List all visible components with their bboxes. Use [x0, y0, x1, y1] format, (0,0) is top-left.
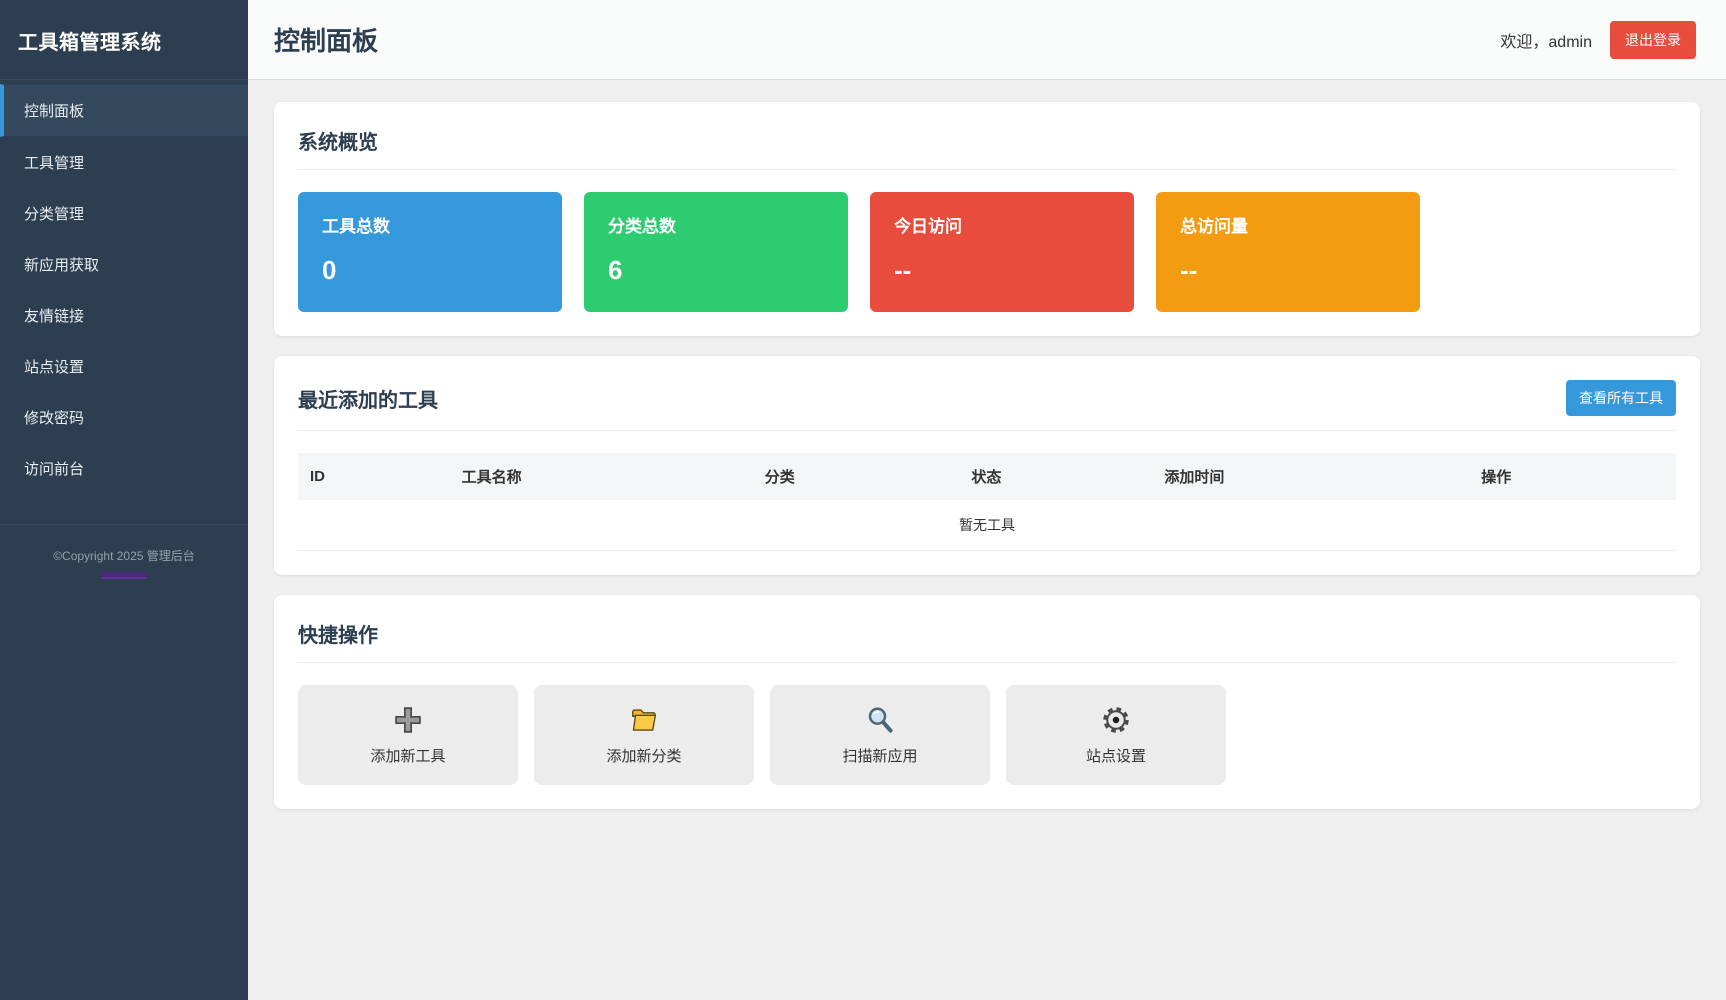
stat-value: 6 — [608, 255, 623, 285]
recent-tools-title: 最近添加的工具 — [298, 389, 438, 412]
column-header-id: ID — [298, 453, 450, 500]
sidebar-item-site-settings[interactable]: 站点设置 — [0, 341, 248, 392]
scan-apps-action[interactable]: 扫描新应用 — [770, 685, 990, 785]
main-content: 系统概览 工具总数 0 分类总数 6 今日访问 -- 总访问量 -- 最近添加的… — [248, 80, 1726, 1000]
sidebar: 工具箱管理系统 控制面板 工具管理 分类管理 新应用获取 友情链接 站点设置 修… — [0, 0, 248, 1000]
site-settings-action[interactable]: 站点设置 — [1006, 685, 1226, 785]
topbar-right: 欢迎，admin 退出登录 — [1500, 20, 1696, 59]
sidebar-item-dashboard[interactable]: 控制面板 — [0, 84, 248, 137]
plus-icon — [395, 706, 421, 733]
sidebar-item-categories[interactable]: 分类管理 — [0, 188, 248, 239]
sidebar-item-new-apps[interactable]: 新应用获取 — [0, 239, 248, 290]
page-title: 控制面板 — [274, 26, 379, 56]
add-category-action[interactable]: 添加新分类 — [534, 685, 754, 785]
stat-label: 今日访问 — [894, 217, 962, 236]
stat-label: 工具总数 — [322, 217, 390, 236]
quick-actions-card: 快捷操作 添加新工具 添加新分类 扫描新应用 站点设置 — [274, 595, 1700, 809]
content-column: 控制面板 欢迎，admin 退出登录 系统概览 工具总数 0 分类总数 6 今日… — [248, 0, 1726, 1000]
stat-card-total-tools: 工具总数 0 — [298, 192, 562, 312]
quick-actions-row: 添加新工具 添加新分类 扫描新应用 站点设置 — [298, 685, 1676, 785]
sidebar-item-visit-frontend[interactable]: 访问前台 — [0, 443, 248, 494]
stats-row: 工具总数 0 分类总数 6 今日访问 -- 总访问量 -- — [298, 192, 1676, 312]
column-header-status: 状态 — [959, 453, 1153, 500]
action-label: 站点设置 — [1085, 747, 1146, 765]
overview-card-head: 系统概览 — [298, 126, 1676, 170]
welcome-text: 欢迎，admin — [1500, 33, 1592, 51]
action-label: 添加新工具 — [370, 747, 446, 765]
gear-icon — [1103, 706, 1129, 733]
add-tool-action[interactable]: 添加新工具 — [298, 685, 518, 785]
sidebar-item-change-password[interactable]: 修改密码 — [0, 392, 248, 443]
column-header-category: 分类 — [752, 453, 960, 500]
stat-card-total-visits: 总访问量 -- — [1156, 192, 1420, 312]
copyright-text: ©Copyright 2025 管理后台 — [53, 549, 195, 563]
stat-value: 0 — [322, 255, 337, 285]
search-icon — [868, 707, 893, 733]
action-label: 添加新分类 — [606, 747, 682, 765]
overview-title: 系统概览 — [298, 132, 378, 154]
app-title: 工具箱管理系统 — [0, 0, 248, 80]
recent-tools-card: 最近添加的工具 查看所有工具 ID 工具名称 分类 状态 添加时间 操作 暂无工… — [274, 356, 1700, 575]
column-header-name: 工具名称 — [449, 453, 753, 500]
column-header-time: 添加时间 — [1152, 453, 1470, 500]
empty-state-row: 暂无工具 — [298, 500, 1676, 551]
quick-actions-title: 快捷操作 — [298, 625, 378, 647]
topbar: 控制面板 欢迎，admin 退出登录 — [248, 0, 1726, 80]
folder-icon — [632, 708, 657, 731]
action-label: 扫描新应用 — [842, 747, 918, 765]
tools-table: ID 工具名称 分类 状态 添加时间 操作 暂无工具 — [298, 453, 1676, 551]
sidebar-footer: ©Copyright 2025 管理后台 — [0, 524, 248, 579]
overview-card: 系统概览 工具总数 0 分类总数 6 今日访问 -- 总访问量 -- — [274, 102, 1700, 336]
stat-card-today-visits: 今日访问 -- — [870, 192, 1134, 312]
quick-actions-card-head: 快捷操作 — [298, 619, 1676, 663]
footer-link[interactable] — [101, 572, 147, 579]
stat-label: 总访问量 — [1180, 217, 1248, 236]
stat-value: -- — [894, 255, 912, 285]
sidebar-item-friend-links[interactable]: 友情链接 — [0, 290, 248, 341]
sidebar-menu: 控制面板 工具管理 分类管理 新应用获取 友情链接 站点设置 修改密码 访问前台 — [0, 84, 248, 494]
recent-tools-card-head: 最近添加的工具 查看所有工具 — [298, 380, 1676, 431]
logout-button[interactable]: 退出登录 — [1610, 20, 1696, 59]
tools-table-header-row: ID 工具名称 分类 状态 添加时间 操作 — [298, 453, 1676, 500]
column-header-actions: 操作 — [1469, 453, 1676, 500]
empty-state-text: 暂无工具 — [298, 500, 1676, 551]
view-all-tools-button[interactable]: 查看所有工具 — [1566, 380, 1676, 416]
stat-value: -- — [1180, 255, 1198, 285]
stat-card-total-categories: 分类总数 6 — [584, 192, 848, 312]
sidebar-item-tools[interactable]: 工具管理 — [0, 137, 248, 188]
stat-label: 分类总数 — [608, 217, 676, 236]
